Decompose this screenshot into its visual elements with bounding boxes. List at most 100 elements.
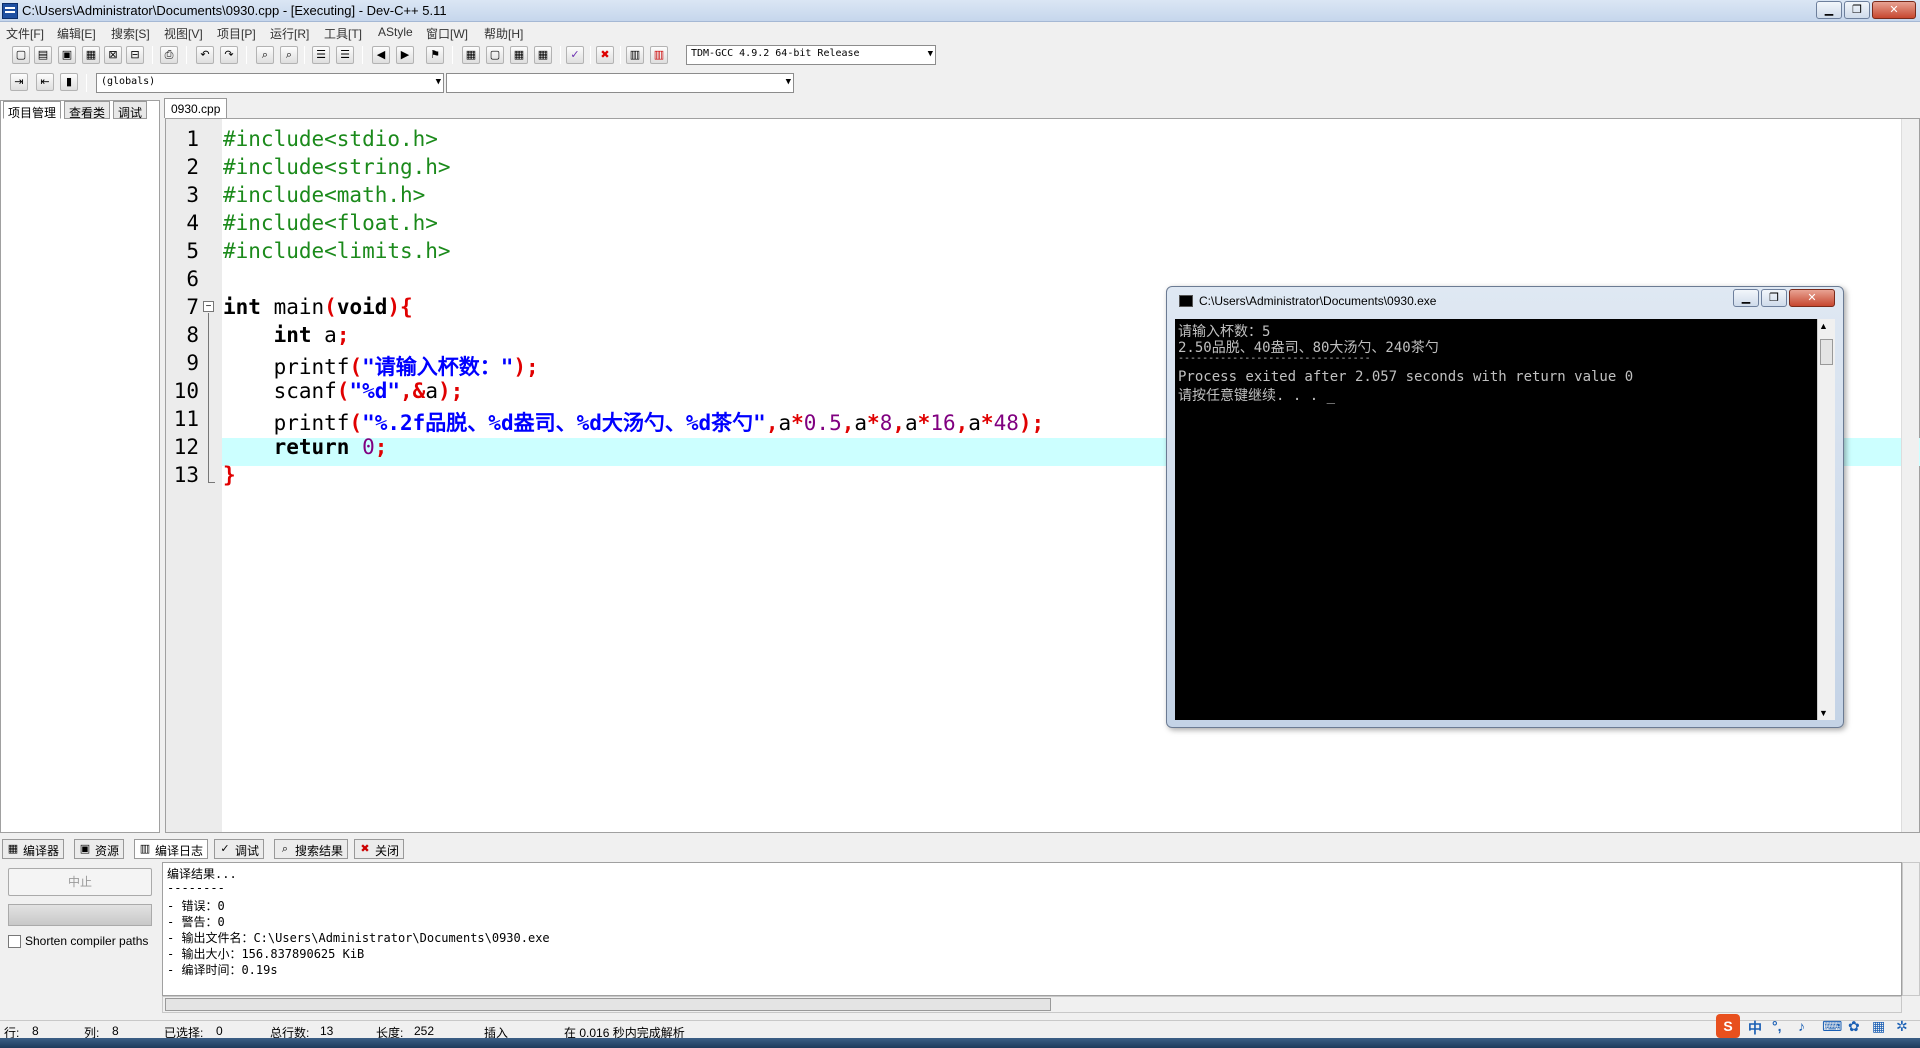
shorten-paths-option[interactable]: Shorten compiler paths: [8, 934, 148, 949]
symbol: ,: [841, 411, 855, 435]
menu-run[interactable]: 运行[R]: [270, 25, 309, 42]
compile-icon[interactable]: ▦: [462, 46, 480, 64]
sogou-logo-icon[interactable]: S: [1716, 1014, 1740, 1038]
abort-compile-button[interactable]: 中止: [8, 868, 152, 896]
keyboard-icon[interactable]: ⌨: [1822, 1018, 1842, 1035]
compile-log[interactable]: 编译结果... -------- - 错误：0 - 警告：0 - 输出文件名：C…: [162, 862, 1902, 996]
check-syntax-icon[interactable]: ✓: [566, 46, 584, 64]
minimize-button[interactable]: ▁: [1816, 1, 1842, 19]
tab-project-manager[interactable]: 项目管理: [3, 101, 62, 120]
menu-edit[interactable]: 编辑[E]: [57, 25, 96, 42]
open-file-icon[interactable]: ▤: [34, 46, 52, 64]
punctuation-icon[interactable]: °,: [1772, 1018, 1782, 1034]
skin-icon[interactable]: ✿: [1848, 1018, 1860, 1035]
rebuild-icon[interactable]: ▦: [534, 46, 552, 64]
compiler-select[interactable]: TDM-GCC 4.9.2 64-bit Release ▼: [686, 45, 936, 65]
menu-help[interactable]: 帮助[H]: [484, 25, 523, 42]
unindent-icon[interactable]: ☰: [336, 46, 354, 64]
console-scrollbar[interactable]: ▲ ▼: [1817, 319, 1835, 720]
redo-icon[interactable]: ↷: [220, 46, 238, 64]
console-window[interactable]: C:\Users\Administrator\Documents\0930.ex…: [1166, 286, 1844, 728]
undo-icon[interactable]: ↶: [196, 46, 214, 64]
tab-label: 编译日志: [155, 844, 204, 858]
settings-icon[interactable]: ✲: [1896, 1018, 1908, 1035]
tab-debug[interactable]: 调试: [113, 101, 148, 120]
menu-search[interactable]: 搜索[S]: [111, 25, 150, 42]
function-select[interactable]: ▼: [446, 73, 794, 93]
log-line: - 输出文件名：C:\Users\Administrator\Documents…: [167, 931, 550, 945]
menu-astyle[interactable]: AStyle: [378, 25, 413, 39]
stop-execution-icon[interactable]: ✖: [596, 46, 614, 64]
symbol: ;: [374, 435, 388, 459]
toggle-icon[interactable]: ▮: [60, 73, 78, 91]
save-icon[interactable]: ▣: [58, 46, 76, 64]
keyword: return: [273, 435, 350, 459]
tab-resources[interactable]: ▣ 资源: [74, 839, 125, 859]
compile-run-icon[interactable]: ▦: [510, 46, 528, 64]
bookmark-icon[interactable]: ⚑: [426, 46, 444, 64]
code-line-8: int a;: [223, 323, 350, 347]
ime-language[interactable]: 中: [1748, 1018, 1762, 1038]
shorten-paths-checkbox[interactable]: [8, 935, 21, 949]
menu-tools[interactable]: 工具[T]: [324, 25, 362, 42]
close-button[interactable]: ✕: [1872, 1, 1916, 19]
menu-project[interactable]: 项目[P]: [217, 25, 256, 42]
symbol: );: [513, 355, 539, 379]
console-line: Process exited after 2.057 seconds with …: [1178, 369, 1634, 385]
indent-icon[interactable]: ☰: [312, 46, 330, 64]
log-horizontal-scrollbar[interactable]: [162, 996, 1902, 1013]
tab-close-panel[interactable]: ✖ 关闭: [354, 839, 405, 859]
console-maximize-button[interactable]: ❐: [1761, 289, 1787, 307]
replace-icon[interactable]: ⌕: [280, 46, 298, 64]
tab-label: 调试: [235, 844, 260, 858]
tab-file-0930[interactable]: 0930.cpp: [164, 98, 228, 118]
print-icon[interactable]: ⎙: [160, 46, 178, 64]
scroll-up-icon[interactable]: ▲: [1819, 321, 1828, 331]
scroll-thumb[interactable]: [165, 998, 1051, 1011]
log-line: - 错误：0: [167, 899, 225, 913]
menu-view[interactable]: 视图[V]: [164, 25, 203, 42]
scroll-thumb[interactable]: [1820, 339, 1833, 365]
fold-collapse-icon[interactable]: −: [203, 301, 214, 312]
toolbox-icon[interactable]: ▦: [1872, 1018, 1885, 1035]
console-output[interactable]: 请输入杯数：5 2.50品脱、40盎司、80大汤勺、240茶勺 --------…: [1175, 319, 1817, 720]
run-icon[interactable]: ▢: [486, 46, 504, 64]
menu-file[interactable]: 文件[F]: [6, 25, 44, 42]
tab-debug-output[interactable]: ✓ 调试: [214, 839, 265, 859]
close-file-icon[interactable]: ⊠: [104, 46, 122, 64]
log-vertical-scrollbar[interactable]: [1902, 862, 1920, 996]
scope-select[interactable]: (globals) ▼: [96, 73, 444, 93]
scroll-down-icon[interactable]: ▼: [1819, 708, 1828, 718]
editor-vertical-scrollbar[interactable]: [1901, 119, 1919, 832]
save-all-icon[interactable]: ▦: [82, 46, 100, 64]
menu-window[interactable]: 窗口[W]: [426, 25, 468, 42]
code-line-1: #include<stdio.h>: [223, 127, 438, 151]
symbol: );: [1018, 411, 1045, 435]
close-icon: ✖: [360, 843, 370, 855]
new-file-icon[interactable]: ▢: [12, 46, 30, 64]
tab-compile-log[interactable]: ▥ 编译日志: [134, 839, 209, 859]
symbol: (: [349, 411, 363, 435]
tab-compiler[interactable]: ▦ 编译器: [2, 839, 65, 859]
maximize-button[interactable]: ❐: [1844, 1, 1870, 19]
microphone-icon[interactable]: ♪: [1798, 1018, 1805, 1034]
delete-profile-icon[interactable]: ▥: [650, 46, 668, 64]
console-close-button[interactable]: ✕: [1789, 289, 1835, 307]
close-all-icon[interactable]: ⊟: [126, 46, 144, 64]
insert-icon[interactable]: ⇤: [36, 73, 54, 91]
tab-search-results[interactable]: ⌕ 搜索结果: [274, 839, 349, 859]
profile-icon[interactable]: ▥: [626, 46, 644, 64]
goto-icon[interactable]: ⇥: [10, 73, 28, 91]
forward-icon[interactable]: ▶: [396, 46, 414, 64]
console-minimize-button[interactable]: ▁: [1733, 289, 1759, 307]
symbol: *: [980, 411, 994, 435]
find-icon[interactable]: ⌕: [256, 46, 274, 64]
log-line: - 警告：0: [167, 915, 225, 929]
title-bar: C:\Users\Administrator\Documents\0930.cp…: [0, 0, 1920, 22]
tab-class-browser[interactable]: 查看类: [64, 101, 111, 120]
line-number: 11: [173, 407, 199, 431]
code-line-3: #include<math.h>: [223, 183, 425, 207]
line-number: 9: [186, 351, 199, 375]
identifier: a: [778, 411, 792, 435]
back-icon[interactable]: ◀: [372, 46, 390, 64]
